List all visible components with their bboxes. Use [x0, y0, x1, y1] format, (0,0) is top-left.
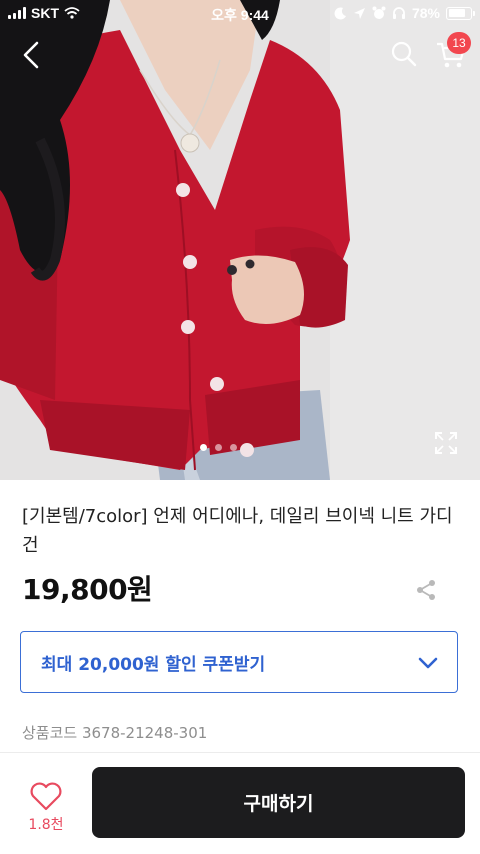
expand-icon: [435, 432, 457, 454]
product-detail-page: SKT 오후 9:44 78% 13 [기본템/7color] 언제 어디에나,…: [0, 0, 480, 854]
coupon-download-button[interactable]: 최대 20,000원 할인 쿠폰받기: [20, 631, 458, 693]
product-price: 19,800원: [22, 573, 153, 606]
headphones-icon: [392, 7, 405, 19]
chevron-down-icon: [418, 657, 438, 669]
back-icon: [23, 41, 39, 69]
share-button[interactable]: [414, 578, 438, 602]
location-icon: [353, 7, 365, 19]
like-button[interactable]: 1.8천: [22, 780, 70, 836]
search-button[interactable]: [388, 38, 420, 70]
moon-icon: [334, 6, 346, 19]
battery-percent: 78%: [411, 5, 440, 21]
coupon-label: 최대 20,000원 할인 쿠폰받기: [41, 655, 266, 675]
product-title: [기본템/7color] 언제 어디에나, 데일리 브이넥 니트 가디건: [22, 506, 453, 556]
alarm-icon: [372, 6, 386, 19]
like-count: 1.8천: [28, 817, 64, 833]
carousel-dot[interactable]: [200, 444, 207, 451]
heart-icon: [30, 782, 62, 811]
battery-icon: [446, 6, 475, 20]
product-photo: [0, 0, 480, 480]
product-code: 상품코드 3678-21248-301: [22, 724, 208, 742]
carousel-indicator: [200, 444, 237, 451]
carousel-dot[interactable]: [215, 444, 222, 451]
bottom-bar-divider: [0, 752, 480, 753]
cart-count-badge: 13: [447, 32, 471, 54]
buy-button[interactable]: 구매하기: [92, 767, 465, 838]
back-button[interactable]: [14, 38, 48, 72]
product-image-carousel[interactable]: [0, 0, 480, 480]
carousel-dot[interactable]: [230, 444, 237, 451]
status-bar: SKT 오후 9:44 78%: [0, 0, 480, 28]
fullscreen-button[interactable]: [433, 430, 459, 456]
search-icon: [391, 41, 417, 67]
share-icon: [417, 580, 435, 600]
